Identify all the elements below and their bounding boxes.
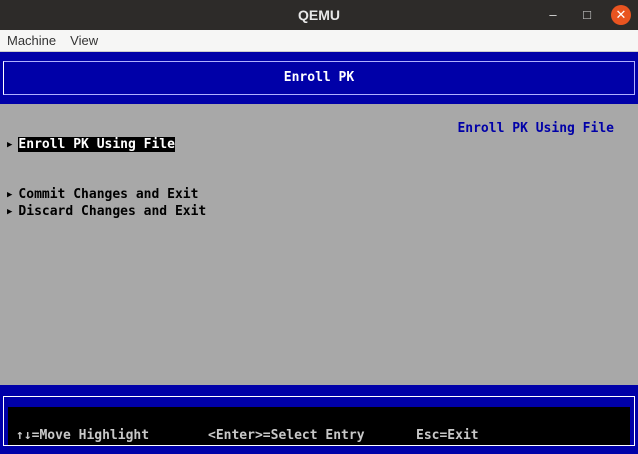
menu-item-label: Commit Changes and Exit — [18, 187, 199, 202]
menu-item-label: Discard Changes and Exit — [18, 204, 207, 219]
menu-item-enroll-pk-file[interactable]: ▶ Enroll PK Using File — [7, 137, 175, 152]
window-title: QEMU — [298, 7, 340, 23]
header-panel: Enroll PK — [0, 52, 638, 104]
menubar: Machine View — [0, 30, 638, 52]
menu-machine[interactable]: Machine — [7, 33, 56, 48]
page-title: Enroll PK — [3, 61, 635, 95]
menu-view[interactable]: View — [70, 33, 98, 48]
menu-item-commit-exit[interactable]: ▶ Commit Changes and Exit — [7, 187, 198, 202]
maximize-icon[interactable]: □ — [577, 5, 597, 25]
close-icon[interactable]: ✕ — [611, 5, 631, 25]
minimize-icon[interactable]: – — [543, 5, 563, 25]
triangle-right-icon: ▶ — [7, 207, 13, 217]
window-titlebar: QEMU – □ ✕ — [0, 0, 638, 30]
triangle-right-icon: ▶ — [7, 140, 13, 150]
help-text: Enroll PK Using File — [457, 121, 614, 136]
form-area: ▶ Enroll PK Using File ▶ Commit Changes an… — [0, 104, 638, 385]
footer-panel: ↑↓=Move Highlight <Enter>=Select Entry E… — [0, 385, 638, 454]
hint-move: ↑↓=Move Highlight — [16, 428, 150, 443]
hint-select: <Enter>=Select Entry — [208, 428, 365, 443]
menu-item-discard-exit[interactable]: ▶ Discard Changes and Exit — [7, 204, 206, 219]
menu-item-label: Enroll PK Using File — [18, 137, 175, 152]
hint-exit: Esc=Exit — [416, 428, 479, 443]
triangle-right-icon: ▶ — [7, 190, 13, 200]
